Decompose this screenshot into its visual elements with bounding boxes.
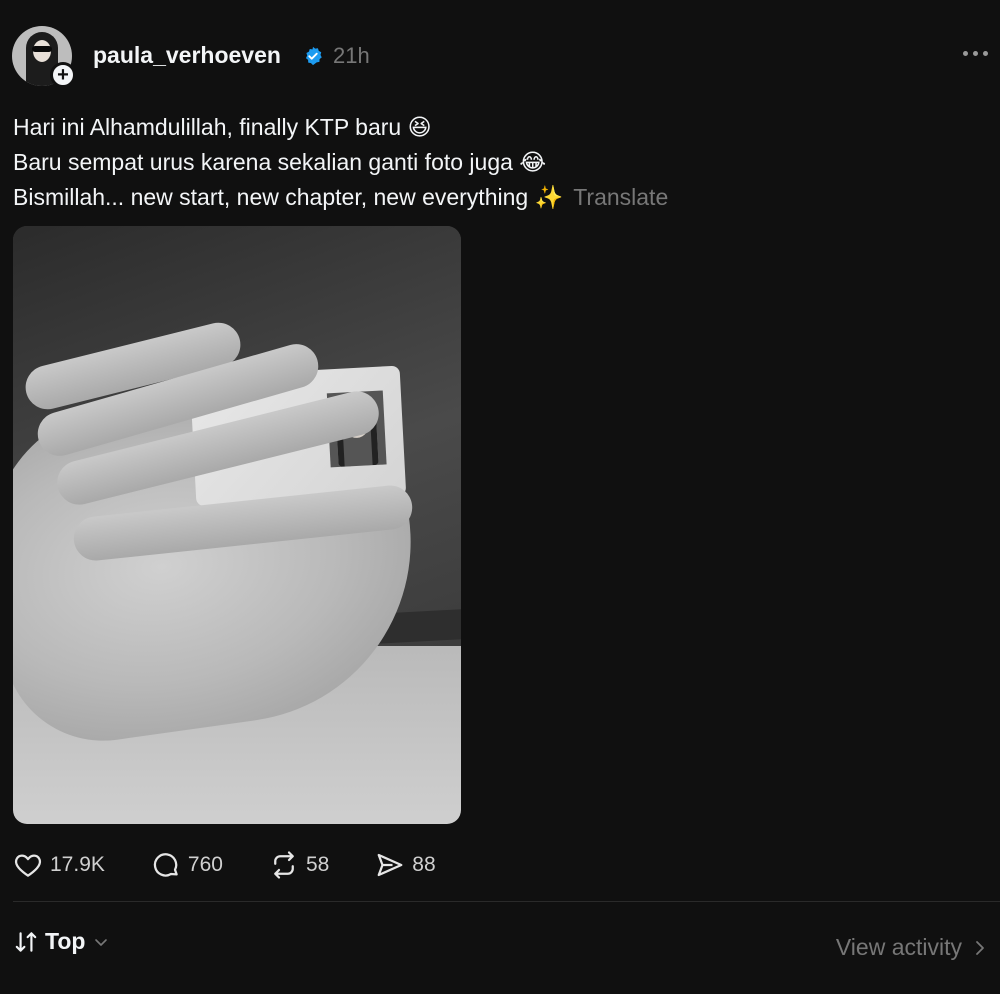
verified-badge-icon bbox=[305, 46, 322, 66]
repost-count: 58 bbox=[305, 853, 330, 876]
share-count: 88 bbox=[412, 853, 436, 876]
caption-line-1: Hari ini Alhamdulillah, finally KTP baru… bbox=[13, 114, 432, 140]
follow-plus-icon[interactable]: + bbox=[50, 62, 76, 88]
sort-arrows-icon bbox=[15, 931, 37, 952]
post-timestamp: 21h bbox=[333, 43, 370, 68]
heart-icon bbox=[14, 854, 42, 877]
send-icon bbox=[377, 853, 403, 877]
more-options-icon[interactable] bbox=[948, 38, 988, 68]
like-count: 17.9K bbox=[50, 853, 105, 876]
caption-line-2: Baru sempat urus karena sekalian ganti f… bbox=[13, 149, 547, 175]
like-button[interactable]: 17.9K bbox=[13, 850, 105, 880]
translate-link[interactable]: Translate bbox=[573, 184, 668, 210]
view-activity-label: View activity bbox=[835, 934, 962, 960]
share-button[interactable]: 88 bbox=[375, 850, 436, 880]
post-caption: Hari ini Alhamdulillah, finally KTP baru… bbox=[13, 110, 668, 215]
caption-line-3: Bismillah... new start, new chapter, new… bbox=[13, 180, 668, 215]
sort-label: Top bbox=[45, 928, 86, 954]
username-link[interactable]: paula_verhoeven bbox=[93, 42, 281, 69]
sort-dropdown[interactable]: Top bbox=[13, 928, 109, 955]
post-photo[interactable] bbox=[13, 226, 461, 824]
chevron-right-icon bbox=[976, 940, 984, 955]
repost-icon bbox=[274, 851, 294, 879]
caption-line-3-text: Bismillah... new start, new chapter, new… bbox=[13, 184, 564, 210]
chevron-down-icon bbox=[95, 938, 108, 946]
view-activity-link[interactable]: View activity bbox=[836, 934, 988, 961]
comment-bubble-icon bbox=[153, 853, 178, 877]
divider bbox=[13, 901, 1000, 902]
comment-count: 760 bbox=[187, 853, 223, 876]
repost-button[interactable]: 58 bbox=[269, 850, 329, 880]
comment-button[interactable]: 760 bbox=[151, 850, 223, 880]
post-header: + paula_verhoeven 21h bbox=[12, 26, 988, 88]
post-actions: 17.9K 760 58 88 bbox=[13, 848, 482, 882]
